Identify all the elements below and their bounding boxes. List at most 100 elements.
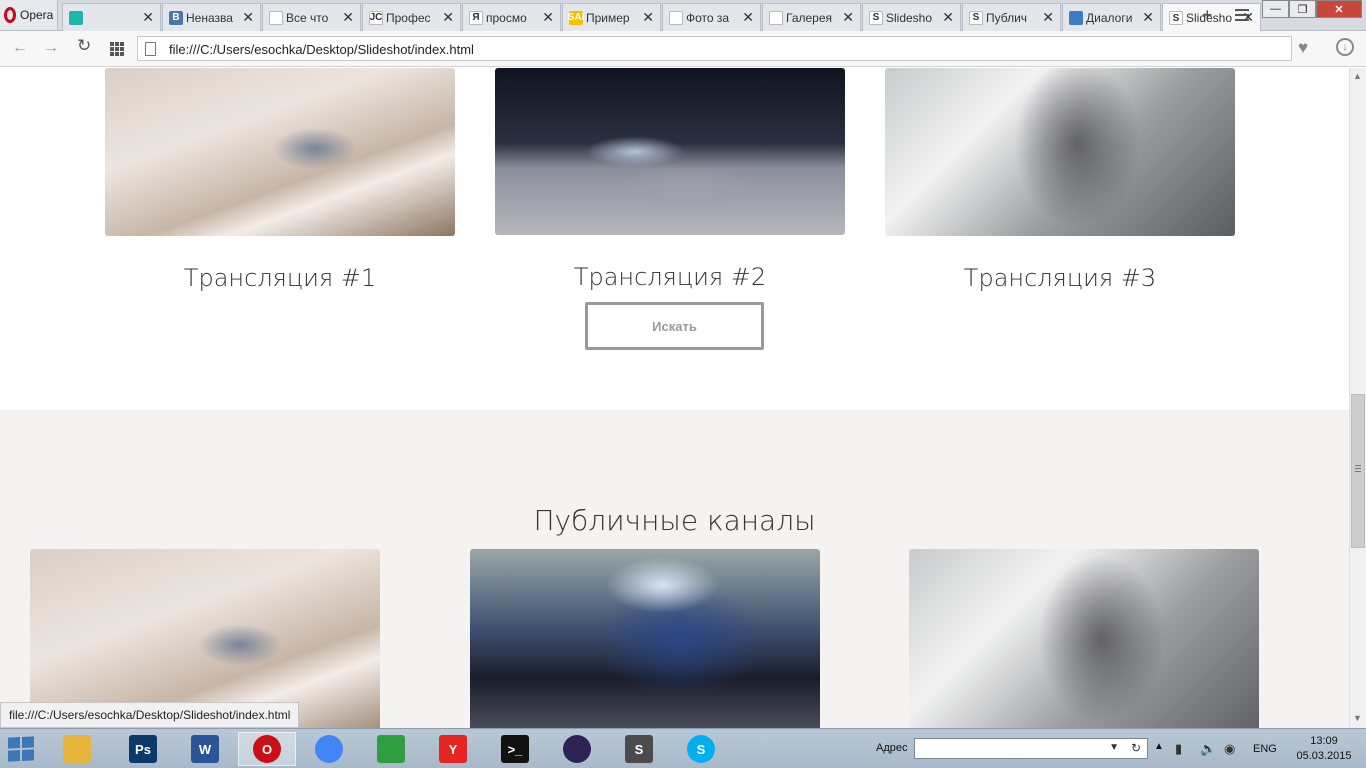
close-tab-icon[interactable]: ✕ — [642, 10, 654, 24]
taskbar-app-yandex[interactable]: Y — [424, 732, 482, 766]
close-tab-icon[interactable]: ✕ — [742, 10, 754, 24]
scroll-up-arrow-icon[interactable]: ▲ — [1353, 71, 1362, 81]
close-tab-icon[interactable]: ✕ — [442, 10, 454, 24]
scroll-down-arrow-icon[interactable]: ▼ — [1353, 713, 1362, 723]
close-tab-icon[interactable]: ✕ — [142, 10, 154, 24]
photoshop-icon: Ps — [129, 735, 157, 763]
browser-tab[interactable]: B Неназва ✕ — [162, 3, 261, 31]
word-icon: W — [191, 735, 219, 763]
bookmark-icon — [269, 10, 283, 25]
back-arrow-icon[interactable]: ← — [12, 40, 28, 56]
broadcast-image-3[interactable] — [885, 68, 1235, 236]
clock-date: 05.03.2015 — [1296, 750, 1352, 762]
new-tab-button[interactable]: + — [1202, 6, 1213, 24]
broadcast-image-1[interactable] — [105, 68, 455, 236]
close-tab-icon[interactable]: ✕ — [1042, 10, 1054, 24]
scrollbar-grip-icon — [1355, 465, 1361, 474]
taskbar-app-skype[interactable]: S — [672, 732, 730, 766]
public-channel-image-2[interactable] — [470, 549, 820, 728]
close-window-button[interactable]: ✕ — [1316, 0, 1362, 18]
windows-taskbar: Ps W O Y >_ S S Адрес ▼ ↻ ▲ ▮ 🔈 ◉ ENG 13:09 05… — [0, 728, 1366, 768]
heart-icon[interactable]: ♥ — [1298, 38, 1308, 58]
taskbar-app-sublime[interactable]: S — [610, 732, 668, 766]
browser-tab[interactable]: S Публич ✕ — [962, 3, 1061, 31]
vertical-scrollbar[interactable]: ▲ ▼ — [1349, 68, 1366, 728]
forward-arrow-icon[interactable]: → — [43, 40, 59, 56]
opera-logo-icon — [4, 7, 16, 23]
taskbar-address-input[interactable]: ▼ ↻ — [914, 738, 1148, 759]
broadcast-caption-1: Трансляция #1 — [183, 264, 377, 292]
taskbar-app-explorer[interactable] — [48, 732, 106, 766]
taskbar-app-word[interactable]: W — [176, 732, 234, 766]
clock-time: 13:09 — [1310, 735, 1338, 747]
close-tab-icon[interactable]: ✕ — [342, 10, 354, 24]
broadcast-image-2[interactable] — [495, 68, 845, 235]
public-channel-image-3[interactable] — [909, 549, 1259, 728]
yandex-icon: Я — [469, 10, 483, 25]
address-bar-text[interactable]: file:///C:/Users/esochka/Desktop/Slidesh… — [169, 42, 474, 57]
broadcast-caption-2: Трансляция #2 — [573, 263, 767, 291]
search-button[interactable]: Искать — [585, 302, 764, 350]
folder-icon — [63, 735, 91, 763]
eclipse-icon — [563, 735, 591, 763]
status-url-tooltip: file:///C:/Users/esochka/Desktop/Slidesh… — [0, 702, 300, 728]
language-bar-icon[interactable]: ◉ — [1224, 741, 1235, 757]
browser-tab[interactable]: Фото за ✕ — [662, 3, 761, 31]
page-viewport: Трансляция #1 Трансляция #2 Трансляция #… — [0, 68, 1349, 728]
slideshot-icon: S — [969, 10, 983, 25]
browser-tab[interactable]: S Slidesho ✕ — [862, 3, 961, 31]
tray-expand-icon[interactable]: ▲ — [1154, 741, 1164, 752]
speed-dial-icon[interactable] — [110, 42, 124, 56]
jc-icon: JC — [369, 10, 383, 25]
volume-icon[interactable]: 🔈 — [1200, 741, 1216, 757]
reload-icon[interactable]: ↻ — [77, 37, 91, 54]
close-tab-icon[interactable]: ✕ — [1142, 10, 1154, 24]
refresh-icon[interactable]: ↻ — [1131, 741, 1141, 755]
taskbar-app-photoshop[interactable]: Ps — [114, 732, 172, 766]
network-signal-icon[interactable]: ▮ — [1175, 741, 1182, 757]
minimize-button[interactable]: — — [1262, 0, 1289, 18]
restore-button[interactable]: ❐ — [1289, 0, 1316, 18]
public-channels-section: Публичные каналы — [0, 410, 1349, 728]
taskbar-app-cmd[interactable]: >_ — [486, 732, 544, 766]
tab-title: Диалоги — [1086, 10, 1133, 25]
browser-tab[interactable]: SAI Пример ✕ — [562, 3, 661, 31]
tab-list: ✕ B Неназва ✕ Все что ✕ JC Профес ✕ Япросмо ✕ SAI Пр… — [62, 3, 1262, 32]
browser-tab[interactable]: Диалоги ✕ — [1062, 3, 1161, 31]
browser-tab[interactable]: JC Профес ✕ — [362, 3, 461, 31]
close-tab-icon[interactable]: ✕ — [542, 10, 554, 24]
taskbar-app-opera[interactable]: O — [238, 732, 296, 766]
tab-title: Профес — [386, 10, 431, 25]
taskbar-app-store[interactable] — [362, 732, 420, 766]
address-bar[interactable]: file:///C:/Users/esochka/Desktop/Slidesh… — [137, 36, 1292, 61]
yandex-browser-icon: Y — [439, 735, 467, 763]
page-icon — [145, 42, 156, 56]
sublime-icon: S — [625, 735, 653, 763]
slideshot-icon: S — [869, 10, 883, 25]
download-icon[interactable]: ↓ — [1336, 38, 1354, 56]
tab-title: Галерея — [786, 10, 833, 25]
opera-menu-label: Opera — [20, 8, 54, 22]
slideshot-icon: S — [1169, 11, 1183, 25]
close-tab-icon[interactable]: ✕ — [842, 10, 854, 24]
browser-tab[interactable]: Япросмо ✕ — [462, 3, 561, 31]
language-indicator[interactable]: ENG — [1253, 743, 1277, 755]
browser-tab[interactable]: Галерея ✕ — [762, 3, 861, 31]
chrome-icon — [315, 735, 343, 763]
opera-menu-button[interactable]: Opera — [0, 0, 58, 30]
store-icon — [377, 735, 405, 763]
browser-tab[interactable]: ✕ — [62, 3, 161, 31]
windows-start-icon[interactable] — [8, 736, 34, 762]
taskbar-app-eclipse[interactable] — [548, 732, 606, 766]
taskbar-app-chrome[interactable] — [300, 732, 358, 766]
close-tab-icon[interactable]: ✕ — [242, 10, 254, 24]
tab-menu-icon[interactable] — [1235, 9, 1249, 24]
tab-title: Slidesho — [886, 10, 933, 25]
tab-title: Все что — [286, 10, 329, 25]
page-icon — [769, 10, 783, 25]
close-tab-icon[interactable]: ✕ — [942, 10, 954, 24]
system-clock[interactable]: 13:09 05.03.2015 — [1294, 734, 1354, 764]
browser-tab[interactable]: Все что ✕ — [262, 3, 361, 31]
scrollbar-thumb[interactable] — [1351, 394, 1365, 548]
chevron-down-icon[interactable]: ▼ — [1109, 742, 1119, 753]
